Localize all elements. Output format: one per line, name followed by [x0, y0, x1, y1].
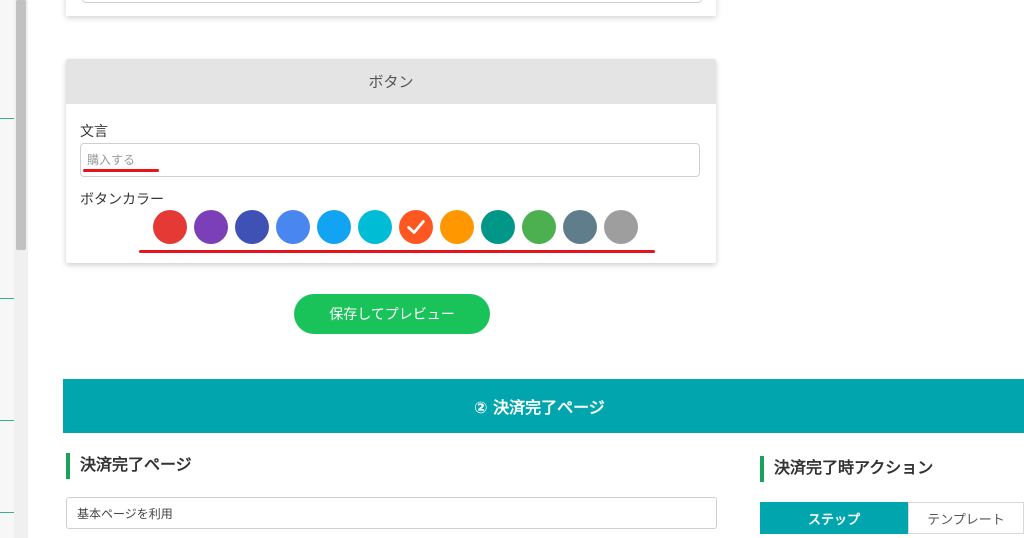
button-color-label: ボタンカラー	[80, 192, 164, 208]
button-card-header: ボタン	[66, 59, 716, 104]
annotation-underline	[139, 250, 655, 253]
color-swatch[interactable]	[153, 210, 187, 244]
color-swatch[interactable]	[440, 210, 474, 244]
completion-action-tabs: ステップ テンプレート	[760, 502, 1024, 534]
completion-action-heading: 決済完了時アクション	[760, 456, 933, 482]
left-rail	[0, 0, 15, 538]
completion-page-select[interactable]: 基本ページを利用	[66, 497, 717, 529]
color-swatch[interactable]	[604, 210, 638, 244]
previous-textarea[interactable]: //	[82, 0, 702, 3]
color-swatch[interactable]	[481, 210, 515, 244]
button-settings-card: ボタン 文言 ボタンカラー	[66, 59, 716, 263]
color-swatch[interactable]	[563, 210, 597, 244]
previous-card: //	[66, 0, 716, 16]
color-swatch-list	[153, 210, 638, 244]
save-and-preview-button[interactable]: 保存してプレビュー	[294, 294, 490, 334]
wording-label: 文言	[80, 124, 108, 140]
color-swatch[interactable]	[317, 210, 351, 244]
section-banner: ② 決済完了ページ	[63, 379, 1024, 433]
annotation-underline	[83, 169, 159, 172]
page: // ボタン 文言 ボタンカラー 保存してプレビュー ② 決済完了ページ 決済完…	[0, 0, 1024, 538]
resize-grip-icon[interactable]: //	[691, 0, 697, 2]
color-swatch[interactable]	[235, 210, 269, 244]
color-swatch[interactable]	[276, 210, 310, 244]
tab-step[interactable]: ステップ	[760, 502, 908, 534]
color-swatch-selected[interactable]	[399, 210, 433, 244]
wording-input[interactable]	[80, 143, 700, 177]
tab-template[interactable]: テンプレート	[908, 502, 1024, 534]
color-swatch[interactable]	[194, 210, 228, 244]
completion-page-heading: 決済完了ページ	[66, 453, 192, 479]
rail-tick	[0, 512, 14, 513]
rail-tick	[0, 118, 14, 119]
color-swatch[interactable]	[522, 210, 556, 244]
color-swatch[interactable]	[358, 210, 392, 244]
check-icon	[407, 220, 425, 234]
scrollbar-thumb[interactable]	[16, 0, 26, 250]
rail-tick	[0, 420, 14, 421]
rail-tick	[0, 298, 14, 299]
